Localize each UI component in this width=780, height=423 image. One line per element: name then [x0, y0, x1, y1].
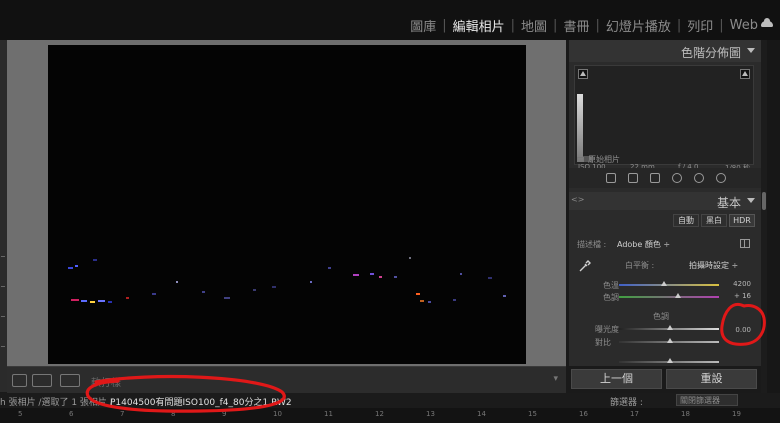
tint-slider[interactable] — [619, 293, 719, 298]
module-3[interactable]: 書冊 — [563, 16, 589, 35]
ruler-tick-label: 12 — [375, 410, 384, 418]
mask-icon[interactable] — [694, 173, 704, 183]
gear-icon[interactable] — [716, 173, 726, 183]
temp-label: 色溫 — [603, 281, 619, 290]
module-1[interactable]: 編輯相片 — [453, 16, 505, 35]
profile-browser-icon[interactable] — [740, 239, 750, 248]
exposure-value[interactable]: 0.00 — [735, 326, 751, 334]
ruler-tick-label: 17 — [630, 410, 639, 418]
filmstrip-ruler: 5 6 7 8 9 10 11 12 13 14 15 16 17 18 19 — [0, 408, 780, 423]
tint-value[interactable]: + 16 — [734, 292, 751, 300]
highlights-slider[interactable] — [619, 358, 719, 363]
highlight-clipping-icon[interactable] — [740, 69, 750, 79]
panel-link-icon: <> — [571, 195, 585, 204]
module-0[interactable]: 圖庫 — [410, 16, 436, 35]
soft-proof-label[interactable]: 軟打樣 — [91, 374, 121, 389]
auto-button[interactable]: 自動 — [673, 214, 699, 227]
histogram[interactable]: ISO 100 22 mm ƒ / 4.0 1/80 秒 — [574, 65, 754, 172]
ruler-tick-label: 19 — [732, 410, 741, 418]
ruler-tick-label: 18 — [681, 410, 690, 418]
sliders-icon[interactable] — [606, 173, 616, 183]
exposure-label: 曝光度 — [595, 325, 619, 334]
develop-buttons: 上一個 重設 — [569, 368, 761, 390]
compare-button[interactable] — [60, 374, 80, 387]
tint-label: 色調 — [603, 293, 619, 302]
basic-panel-header[interactable]: <> 基本 — [569, 192, 761, 210]
module-separator: | — [719, 18, 724, 33]
original-photo-toggle[interactable]: 原始相片 — [577, 154, 620, 165]
before-after-button[interactable] — [32, 374, 52, 387]
crop-icon[interactable] — [628, 173, 638, 183]
eraser-icon[interactable] — [650, 173, 660, 183]
hdr-button[interactable]: HDR — [729, 214, 755, 227]
tone-label: 色調 — [653, 312, 669, 321]
reset-button[interactable]: 重設 — [666, 369, 757, 389]
module-4[interactable]: 幻燈片播放 — [606, 16, 671, 35]
bw-button[interactable]: 黑白 — [701, 214, 727, 227]
ruler-tick-label: 8 — [171, 410, 176, 418]
image-work-area[interactable] — [7, 40, 566, 366]
contrast-slider[interactable] — [619, 338, 719, 343]
ruler-tick-label: 6 — [69, 410, 74, 418]
editor-toolbar: 軟打樣 ▾ — [7, 366, 566, 393]
cloud-icon[interactable] — [761, 18, 773, 27]
module-6[interactable]: Web — [730, 18, 758, 33]
ruler-tick-label: 15 — [528, 410, 537, 418]
white-balance-label: 白平衡 : — [625, 261, 655, 270]
collapse-icon — [747, 48, 755, 53]
module-separator: | — [510, 18, 516, 33]
edit-tool-strip — [569, 168, 761, 188]
left-panel-edge[interactable] — [0, 40, 7, 392]
ruler-tick-label: 16 — [579, 410, 588, 418]
ruler-tick-label: 9 — [222, 410, 227, 418]
module-2[interactable]: 地圖 — [521, 16, 547, 35]
module-separator: | — [676, 18, 682, 33]
shadow-clipping-icon[interactable] — [578, 69, 588, 79]
previous-button[interactable]: 上一個 — [571, 369, 662, 389]
filmstrip-info-bar: h 張相片 /選取了 1 張相片 / P1404500有問題ISO100_f4_… — [0, 393, 780, 408]
right-panel-edge[interactable] — [767, 40, 780, 393]
redeye-icon[interactable] — [672, 173, 682, 183]
ruler-tick-label: 10 — [273, 410, 282, 418]
ruler-tick-label: 5 — [18, 410, 23, 418]
temp-slider[interactable] — [619, 281, 719, 286]
module-5[interactable]: 列印 — [687, 16, 713, 35]
ruler-tick-label: 13 — [426, 410, 435, 418]
temp-value[interactable]: 4200 — [733, 280, 751, 288]
file-name[interactable]: P1404500有問題ISO100_f4_80分之1.RW2 — [110, 395, 292, 408]
right-panel: 色階分佈圖 ISO 100 22 mm ƒ / 4.0 1/80 秒 原始相片 … — [569, 40, 761, 366]
filter-label: 篩選器 : — [610, 398, 643, 408]
filter-select[interactable]: 關閉篩選器 — [676, 394, 738, 406]
module-picker: 圖庫 | 編輯相片 | 地圖 | 書冊 | 幻燈片播放 | 列印 | Web — [410, 16, 758, 35]
toolbar-chevron-down-icon[interactable]: ▾ — [553, 374, 558, 384]
loupe-view-button[interactable] — [12, 374, 27, 387]
white-balance-select[interactable]: 拍攝時設定 ÷ — [689, 260, 738, 271]
profile-label: 描述檔 : — [577, 240, 607, 249]
photo-preview[interactable] — [48, 45, 526, 364]
ruler-tick-label: 11 — [324, 410, 333, 418]
module-separator: | — [553, 18, 558, 33]
histogram-header[interactable]: 色階分佈圖 — [569, 40, 761, 62]
module-separator: | — [442, 18, 447, 33]
collapse-icon — [747, 198, 755, 203]
module-separator: | — [595, 18, 600, 33]
photo-count: h 張相片 /選取了 1 張相片 / — [0, 398, 113, 408]
histogram-spike — [577, 94, 583, 162]
contrast-label: 對比 — [595, 338, 611, 347]
eyedropper-icon[interactable] — [578, 260, 591, 273]
exposure-slider[interactable] — [619, 325, 719, 330]
lightroom-window: 圖庫 | 編輯相片 | 地圖 | 書冊 | 幻燈片播放 | 列印 | Web 軟… — [0, 0, 780, 423]
profile-select[interactable]: Adobe 顏色 ÷ — [617, 239, 670, 250]
ruler-tick-label: 7 — [120, 410, 125, 418]
module-bar: 圖庫 | 編輯相片 | 地圖 | 書冊 | 幻燈片播放 | 列印 | Web — [0, 0, 780, 40]
ruler-tick-label: 14 — [477, 410, 486, 418]
